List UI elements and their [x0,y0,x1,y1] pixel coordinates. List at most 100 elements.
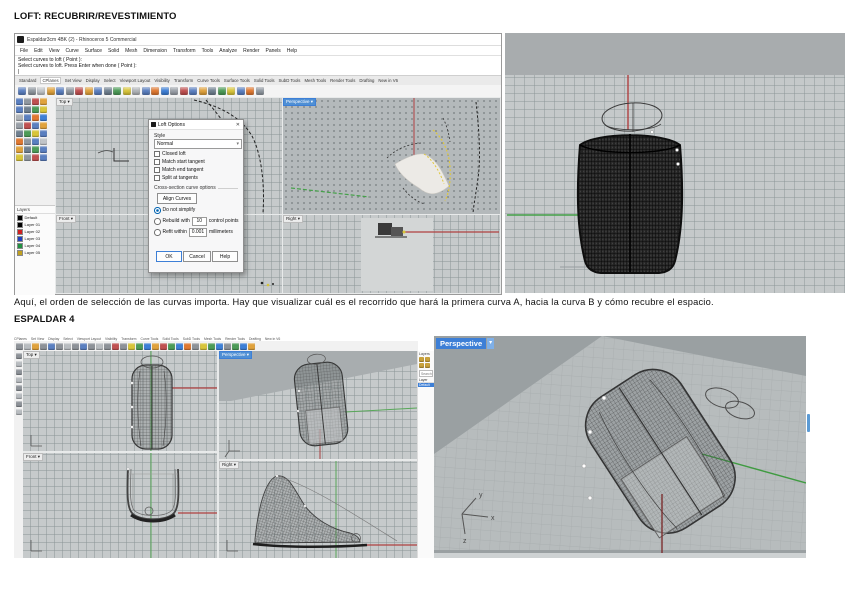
toolbar-icon[interactable] [37,87,45,95]
tool-icon[interactable] [16,130,23,137]
toolbar-tab[interactable]: Display [86,78,100,83]
toolbar-icon[interactable] [113,87,121,95]
tool-icon[interactable] [16,361,22,367]
toolbar-icon[interactable] [144,343,151,350]
toolbar-icon[interactable] [48,343,55,350]
tool-icon[interactable] [40,154,47,161]
layer-row[interactable]: Layer 04 [15,242,55,249]
toolbar-tab[interactable]: Solid Tools [254,78,275,83]
radio-icon[interactable] [154,207,161,214]
command-history[interactable]: Select curves to loft ( Point ): Select … [15,55,501,76]
toolbar-tab[interactable]: Select [63,337,72,341]
toolbar-icon[interactable] [237,87,245,95]
tool-icon[interactable] [24,122,31,129]
toolbar-tab[interactable]: Curve Tools [197,78,220,83]
menu-item[interactable]: Edit [34,48,43,54]
toolbar-icon[interactable] [180,87,188,95]
tool-icon[interactable] [24,114,31,121]
checkbox-icon[interactable] [154,159,160,165]
toolbar-icon[interactable] [18,87,26,95]
viewport-front-label[interactable]: Front ▾ [56,215,76,223]
toolbar-icon[interactable] [192,343,199,350]
tool-icon[interactable] [16,122,23,129]
toolbar-icon[interactable] [32,343,39,350]
layer-color-swatch[interactable] [17,250,23,256]
command-prompt[interactable]: | [18,69,498,75]
toolbar-tab[interactable]: Mesh Tools [304,78,326,83]
checkbox-icon[interactable] [154,151,160,157]
toolbar-icon[interactable] [128,343,135,350]
checkbox-closed-loft[interactable]: Closed loft [154,151,186,157]
menu-item[interactable]: Panels [266,48,281,54]
toolbar-tab[interactable]: Viewport Layout [120,78,151,83]
checkbox-match-start-tangent[interactable]: Match start tangent [154,159,205,165]
menu-item[interactable]: View [49,48,60,54]
toolbar-icon[interactable] [120,343,127,350]
tool-icon[interactable] [16,146,23,153]
tool-icon[interactable] [24,146,31,153]
toolbar-icon[interactable] [47,87,55,95]
checkbox-split-at-tangents[interactable]: Split at tangents [154,175,198,181]
toolbar-icon[interactable] [240,343,247,350]
tool-icon[interactable] [16,401,22,407]
toolbar-icon[interactable] [96,343,103,350]
toolbar-tab[interactable]: Standard [19,78,36,83]
layer-row[interactable]: Default [15,214,55,221]
curve-dashed[interactable] [443,118,450,142]
toolbar-icon[interactable] [218,87,226,95]
handle-curve[interactable] [601,101,663,133]
toolbar-icon[interactable] [161,87,169,95]
tool-icon[interactable] [40,106,47,113]
toolbar-icon[interactable] [170,87,178,95]
toolbar-tab[interactable]: Transform [121,337,136,341]
control-point[interactable] [676,162,679,165]
toolbar-tab[interactable]: Curve Tools [141,337,159,341]
menu-item[interactable]: Dimension [143,48,167,54]
viewport-right-label[interactable]: Right ▾ [219,461,239,469]
viewport-perspective[interactable]: Perspective ▾ [283,98,500,214]
toolbar-tab[interactable]: Drafting [249,337,261,341]
menu-item[interactable]: Help [287,48,297,54]
viewport-front-label[interactable]: Front ▾ [23,453,43,461]
toolbar-icon[interactable] [189,87,197,95]
big-perspective-label[interactable]: Perspective ▾ [436,338,494,349]
toolbar-icon[interactable] [224,343,231,350]
rebuild-count-input[interactable]: 10 [192,217,207,226]
toolbar-icon[interactable] [168,343,175,350]
control-point[interactable] [304,505,306,507]
toolbar-icon[interactable] [216,343,223,350]
cancel-button[interactable]: Cancel [183,251,211,262]
selected-layer-row[interactable]: Default [418,383,434,387]
toolbar-tab[interactable]: New in V6 [265,337,280,341]
menu-item[interactable]: Surface [85,48,102,54]
toolbar-icon[interactable] [200,343,207,350]
tool-icon[interactable] [40,114,47,121]
curve-small[interactable] [98,151,113,153]
control-point[interactable] [582,464,586,468]
toolbar-icon[interactable] [56,87,64,95]
toolbar-icon[interactable] [136,343,143,350]
toolbar-icon[interactable] [28,87,36,95]
viewport-top[interactable]: Top ▾ [23,351,217,451]
toolbar-icon[interactable] [227,87,235,95]
toolbar-icon[interactable] [64,343,71,350]
tool-icon[interactable] [40,122,47,129]
control-point[interactable] [588,430,592,434]
toolbar-icon[interactable] [24,343,31,350]
radio-icon[interactable] [154,229,161,236]
control-point[interactable] [297,410,299,412]
layer-row[interactable]: Layer 02 [15,228,55,235]
layers-panel-icons[interactable] [418,356,434,369]
tool-icon[interactable] [24,138,31,145]
menu-item[interactable]: Solid [108,48,119,54]
tool-icon[interactable] [32,146,39,153]
viewport-perspective[interactable]: Perspective ▾ [219,351,417,459]
tool-icon[interactable] [32,114,39,121]
tool-icon[interactable] [40,138,47,145]
tool-icon[interactable] [16,393,22,399]
toolbar-icon[interactable] [199,87,207,95]
tool-icon[interactable] [16,385,22,391]
help-button[interactable]: Help [212,251,238,262]
handle-curve[interactable] [145,507,153,515]
tool-icon[interactable] [24,130,31,137]
